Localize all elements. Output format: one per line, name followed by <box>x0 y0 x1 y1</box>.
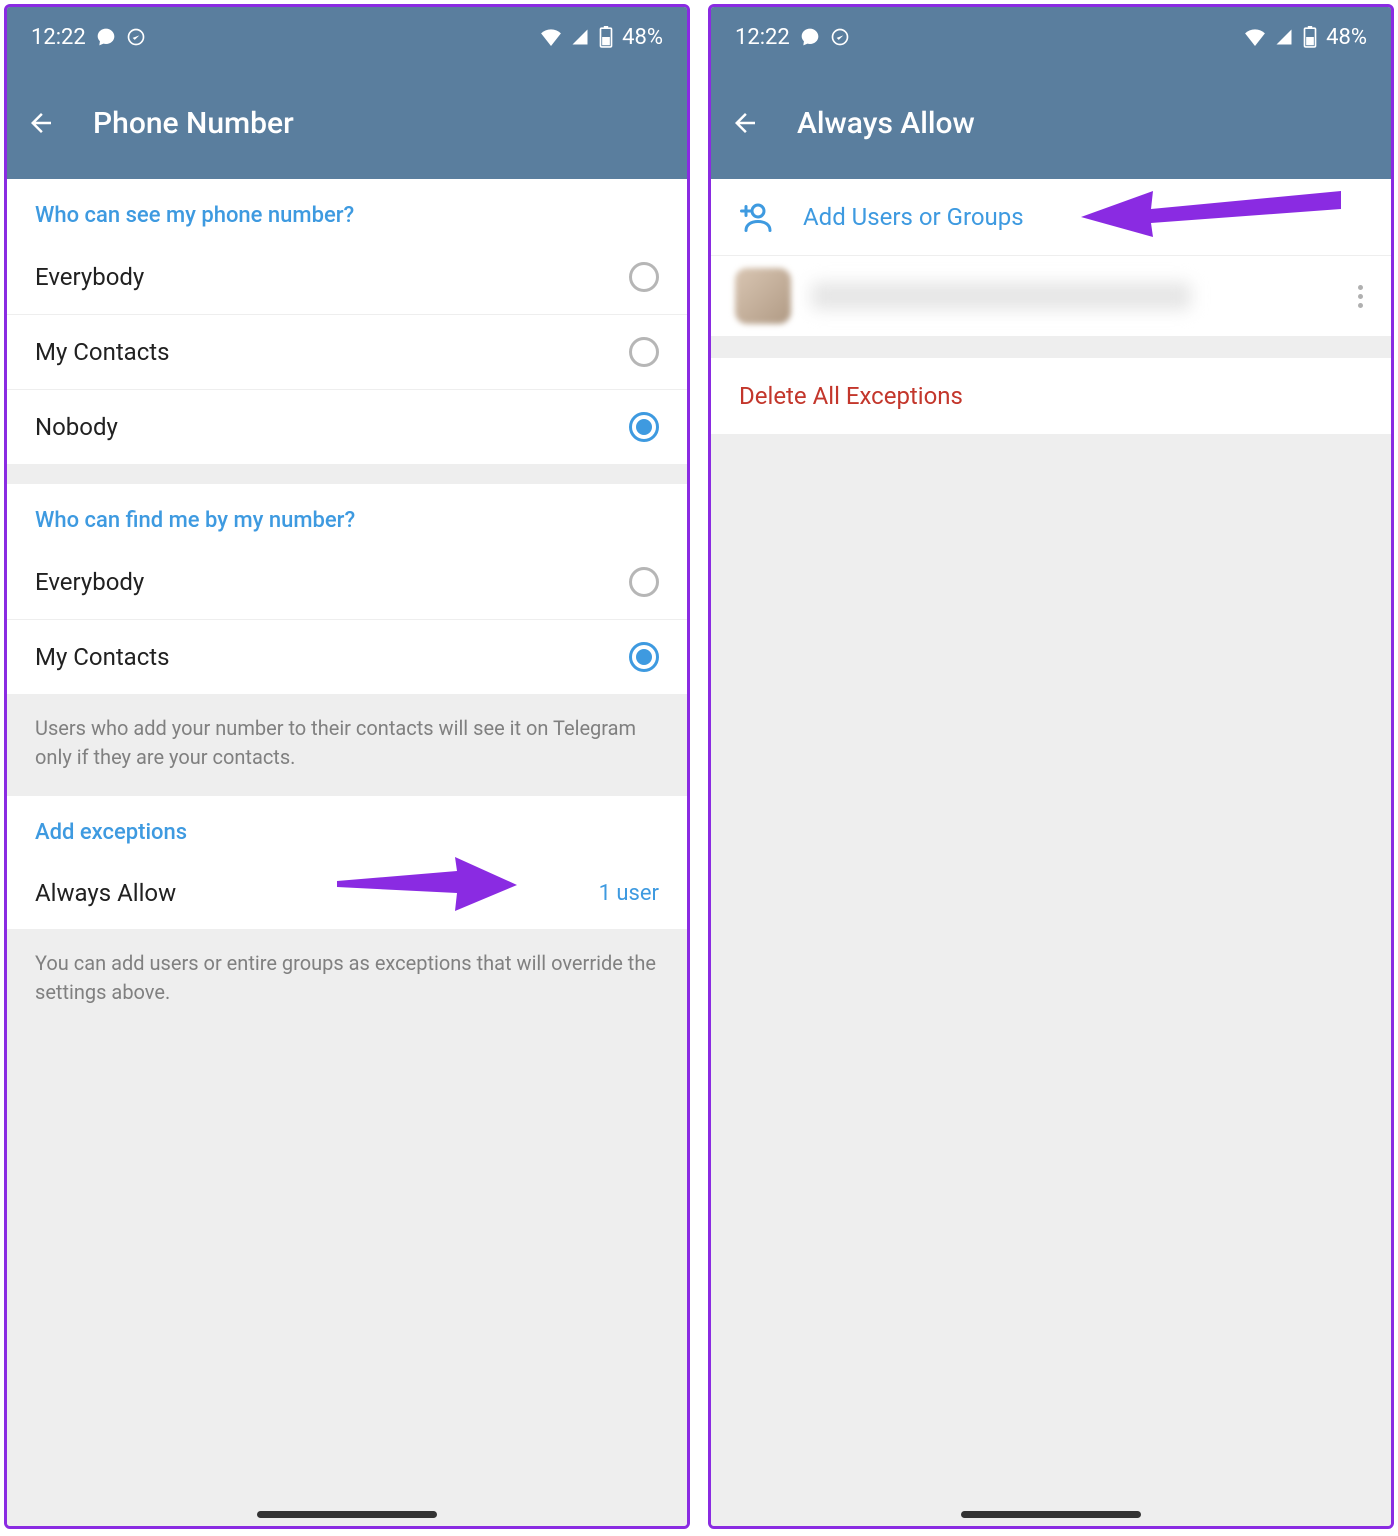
option-label: My Contacts <box>35 643 170 671</box>
delete-label: Delete All Exceptions <box>739 382 963 410</box>
row-always-allow[interactable]: Always Allow 1 user <box>7 857 687 929</box>
delete-all-button[interactable]: Delete All Exceptions <box>711 358 1391 434</box>
title-bar: Always Allow <box>711 67 1391 179</box>
signal-icon <box>1274 28 1294 46</box>
radio-icon <box>629 567 659 597</box>
info-exceptions: You can add users or entire groups as ex… <box>7 929 687 1031</box>
content-right: Add Users or Groups Delete All Exception… <box>711 179 1391 1526</box>
option-label: Everybody <box>35 568 144 596</box>
option-label: Everybody <box>35 263 144 291</box>
back-button[interactable] <box>729 107 761 139</box>
back-arrow-icon <box>730 108 760 138</box>
sync-icon <box>830 27 850 47</box>
option-everybody-see[interactable]: Everybody <box>7 240 687 314</box>
status-battery: 48% <box>1326 25 1367 50</box>
option-contacts-find[interactable]: My Contacts <box>7 619 687 694</box>
more-menu-icon[interactable] <box>1354 281 1367 312</box>
content-left: Who can see my phone number? Everybody M… <box>7 179 687 1526</box>
info-find: Users who add your number to their conta… <box>7 694 687 796</box>
title-bar: Phone Number <box>7 67 687 179</box>
radio-icon <box>629 412 659 442</box>
wifi-icon <box>1244 28 1266 46</box>
nav-pill[interactable] <box>961 1511 1141 1518</box>
battery-icon <box>598 26 614 48</box>
radio-icon <box>629 642 659 672</box>
page-title: Always Allow <box>797 106 975 141</box>
row-value: 1 user <box>599 881 659 906</box>
option-everybody-find[interactable]: Everybody <box>7 545 687 619</box>
nav-pill[interactable] <box>257 1511 437 1518</box>
option-label: Nobody <box>35 413 118 441</box>
status-battery: 48% <box>622 25 663 50</box>
avatar <box>735 268 791 324</box>
section-header-exceptions: Add exceptions <box>7 796 687 857</box>
chat-icon <box>96 27 116 47</box>
battery-icon <box>1302 26 1318 48</box>
divider <box>7 464 687 484</box>
chat-icon <box>800 27 820 47</box>
status-bar: 12:22 48% <box>711 7 1391 67</box>
row-label: Always Allow <box>35 879 176 907</box>
option-label: My Contacts <box>35 338 170 366</box>
status-bar: 12:22 48% <box>7 7 687 67</box>
back-button[interactable] <box>25 107 57 139</box>
contact-name-redacted <box>811 282 1191 310</box>
add-users-button[interactable]: Add Users or Groups <box>711 179 1391 256</box>
option-contacts-see[interactable]: My Contacts <box>7 314 687 389</box>
wifi-icon <box>540 28 562 46</box>
radio-icon <box>629 262 659 292</box>
annotation-arrow-icon <box>337 853 517 913</box>
phone-left: 12:22 48% Phone Number Who can see my ph… <box>4 4 690 1529</box>
exception-user-row[interactable] <box>711 256 1391 336</box>
section-header-find: Who can find me by my number? <box>7 484 687 545</box>
back-arrow-icon <box>26 108 56 138</box>
signal-icon <box>570 28 590 46</box>
page-title: Phone Number <box>93 106 294 141</box>
status-time: 12:22 <box>31 25 86 50</box>
radio-icon <box>629 337 659 367</box>
sync-icon <box>126 27 146 47</box>
annotation-arrow-icon <box>1081 179 1341 239</box>
add-user-icon <box>737 199 773 235</box>
section-header-see: Who can see my phone number? <box>7 179 687 240</box>
option-nobody-see[interactable]: Nobody <box>7 389 687 464</box>
add-users-label: Add Users or Groups <box>803 203 1024 231</box>
status-time: 12:22 <box>735 25 790 50</box>
phone-right: 12:22 48% Always Allow Add Users or Grou… <box>708 4 1394 1529</box>
